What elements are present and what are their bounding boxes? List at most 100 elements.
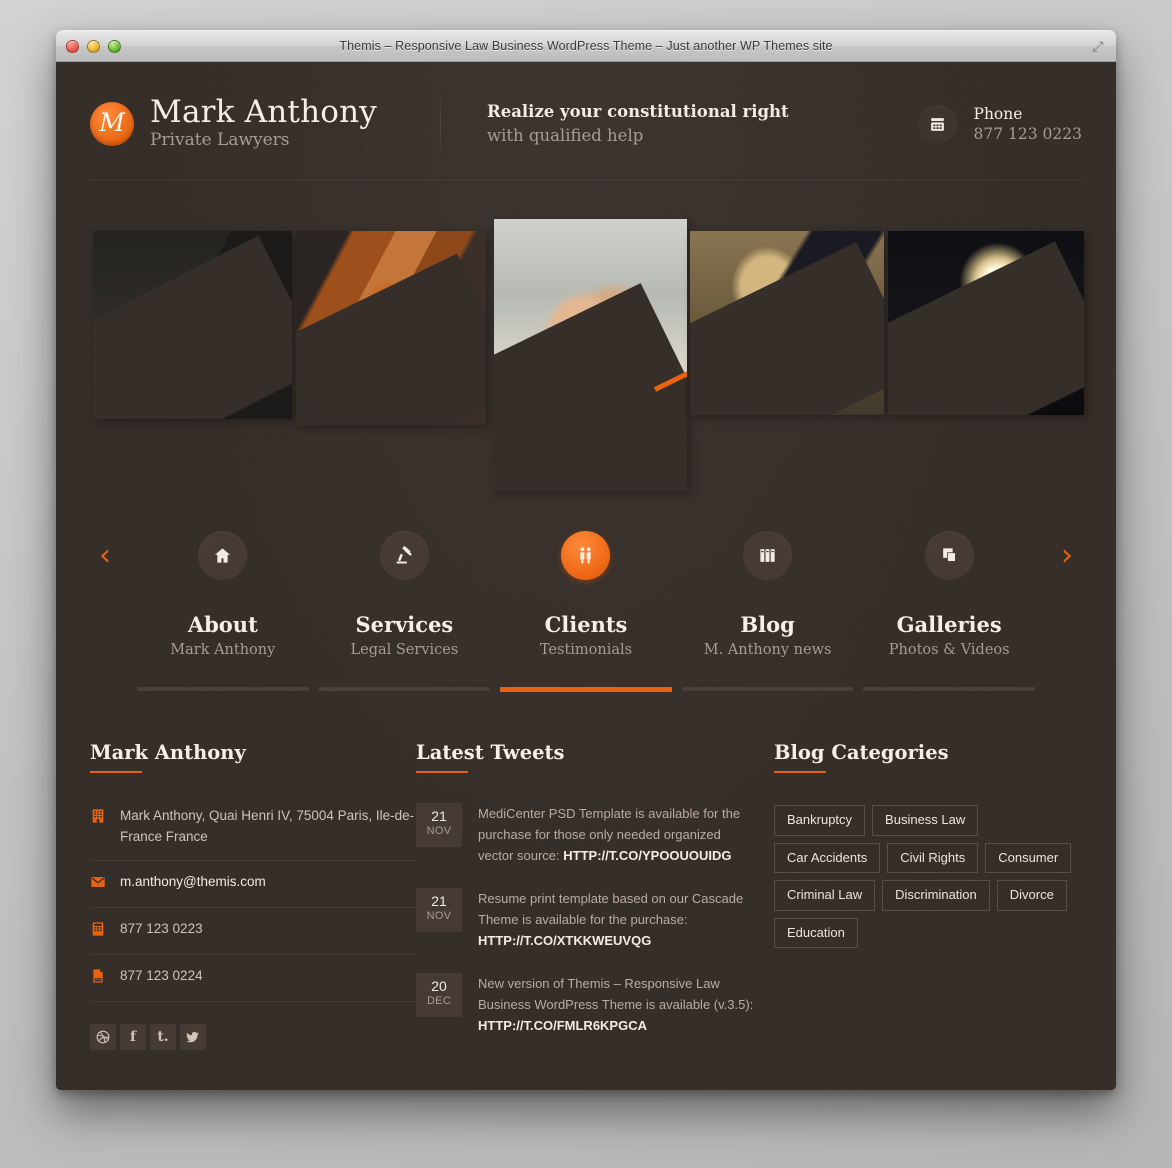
tweet-item: 21 NOV Resume print template based on ou… (416, 888, 756, 951)
tweet-month: DEC (426, 995, 452, 1008)
contact-list: Mark Anthony, Quai Henri IV, 75004 Paris… (90, 806, 416, 1002)
nav-item-title: Galleries (896, 612, 1002, 637)
tagline-line-2: with qualified help (487, 126, 644, 145)
building-icon (90, 808, 106, 829)
dribbble-icon[interactable] (90, 1023, 116, 1050)
tweet-link[interactable]: HTTP://T.CO/XTKKWEUVQG (478, 933, 651, 948)
close-button[interactable] (66, 39, 79, 53)
social-links: f t. (90, 1023, 416, 1050)
contact-phone: 877 123 0223 (120, 920, 203, 936)
widget-categories: Blog Categories Bankruptcy Business Law … (756, 741, 1082, 1058)
tweet-day: 21 (431, 808, 447, 824)
tumblr-glyph: t. (157, 1028, 169, 1045)
category-item[interactable]: Consumer (985, 842, 1072, 874)
nav-item-galleries[interactable]: Galleries Photos & Videos (858, 523, 1040, 658)
tweet-day: 21 (431, 893, 447, 910)
widget-tweets: Latest Tweets 21 NOV MediCenter PSD Temp… (416, 741, 756, 1058)
widget-title-contact: Mark Anthony (90, 741, 246, 777)
nav-item-subtitle: M. Anthony news (703, 642, 832, 659)
tweet-link[interactable]: HTTP://T.CO/FMLR6KPGCA (478, 1018, 647, 1033)
category-item[interactable]: Discrimination (882, 880, 990, 911)
carousel-next-arrow-icon[interactable]: › (1054, 541, 1080, 573)
facebook-icon[interactable]: f (120, 1023, 146, 1050)
resize-icon[interactable]: ⤢ (1090, 38, 1106, 54)
twitter-icon[interactable] (180, 1023, 206, 1050)
tweet-text: Resume print template based on our Casca… (478, 891, 744, 928)
category-item[interactable]: Civil Rights (887, 842, 979, 874)
tumblr-icon[interactable]: t. (150, 1023, 176, 1050)
zoom-button[interactable] (108, 39, 121, 53)
footer-widgets: Mark Anthony Mark Anthony, Quai Henri IV… (90, 741, 1082, 1090)
nav-items: About Mark Anthony Services Legal Servic… (132, 523, 1040, 658)
nav-item-subtitle: Mark Anthony (170, 642, 276, 659)
nav-item-title: Blog (740, 612, 795, 637)
contact-email[interactable]: m.anthony@themis.com (120, 872, 266, 893)
contact-row-address: Mark Anthony, Quai Henri IV, 75004 Paris… (90, 806, 416, 861)
brand-name: Mark Anthony (150, 94, 377, 131)
window-controls[interactable] (66, 39, 121, 53)
tweet-body: Resume print template based on our Casca… (478, 888, 756, 951)
fax-icon (90, 968, 106, 989)
phone-number: 877 123 0223 (973, 125, 1082, 143)
tweet-day: 20 (431, 978, 447, 995)
brand-logo[interactable]: M Mark Anthony Private Lawyers (90, 96, 430, 151)
nav-item-about[interactable]: About Mark Anthony (132, 523, 314, 658)
slide-item[interactable] (888, 231, 1084, 415)
category-item[interactable]: Education (774, 917, 858, 949)
widget-title-categories: Blog Categories (774, 741, 949, 777)
site-header: M Mark Anthony Private Lawyers Realize y… (90, 62, 1082, 180)
logo-letter: M (99, 108, 125, 138)
slide-item-active[interactable] (494, 219, 687, 491)
category-item[interactable]: Business Law (872, 805, 979, 836)
tweet-text: New version of Themis – Responsive Law B… (478, 976, 754, 1013)
home-icon (198, 531, 248, 580)
contact-address: Mark Anthony, Quai Henri IV, 75004 Paris… (120, 808, 415, 844)
slide-item[interactable] (93, 231, 292, 419)
progress-segment[interactable] (137, 687, 309, 692)
nav-item-subtitle: Legal Services (350, 642, 459, 659)
browser-window: Themis – Responsive Law Business WordPre… (56, 30, 1116, 1090)
widget-title-tweets: Latest Tweets (416, 741, 565, 777)
image-slider[interactable] (90, 205, 1084, 515)
nav-item-title: Services (355, 612, 454, 637)
slide-item[interactable] (690, 231, 884, 415)
page-body: M Mark Anthony Private Lawyers Realize y… (56, 62, 1116, 1090)
category-item[interactable]: Car Accidents (774, 842, 881, 874)
tweet-link[interactable]: HTTP://T.CO/YPOOUOUIDG (563, 848, 731, 863)
window-title: Themis – Responsive Law Business WordPre… (339, 39, 833, 53)
layers-icon (924, 531, 974, 580)
envelope-icon (90, 874, 106, 895)
window-titlebar[interactable]: Themis – Responsive Law Business WordPre… (56, 30, 1116, 62)
progress-segment[interactable] (863, 687, 1035, 692)
carousel-progress (132, 686, 1040, 692)
nav-item-clients[interactable]: Clients Testimonials (495, 523, 677, 658)
progress-segment-active[interactable] (500, 686, 672, 692)
category-list: Bankruptcy Business Law Car Accidents Ci… (774, 805, 1082, 949)
tagline-line-1: Realize your constitutional right (487, 102, 789, 122)
progress-segment[interactable] (681, 687, 854, 692)
phone-icon (90, 921, 106, 942)
nav-item-title: Clients (544, 612, 628, 637)
category-item[interactable]: Bankruptcy (774, 805, 866, 836)
gavel-icon (379, 531, 429, 580)
people-icon (561, 531, 611, 580)
nav-item-services[interactable]: Services Legal Services (314, 523, 496, 658)
slide-item[interactable] (296, 231, 486, 425)
carousel-prev-arrow-icon[interactable]: ‹ (92, 541, 118, 573)
minimize-button[interactable] (87, 39, 100, 53)
widget-contact: Mark Anthony Mark Anthony, Quai Henri IV… (90, 741, 416, 1058)
section-nav-carousel: ‹ › About Mark Anthony Services Legal Se… (90, 523, 1082, 703)
header-phone[interactable]: Phone 877 123 0223 (918, 104, 1082, 144)
brand-subtitle: Private Lawyers (150, 129, 290, 150)
phone-icon (918, 105, 957, 143)
tweet-item: 20 DEC New version of Themis – Responsiv… (416, 973, 756, 1036)
phone-label: Phone (973, 104, 1023, 123)
progress-segment[interactable] (318, 687, 491, 692)
nav-item-blog[interactable]: Blog M. Anthony news (677, 523, 859, 658)
tweet-body: MediCenter PSD Template is available for… (478, 803, 756, 866)
header-divider (440, 89, 441, 159)
category-item[interactable]: Divorce (996, 880, 1067, 911)
tweet-month: NOV (426, 825, 452, 838)
category-item[interactable]: Criminal Law (774, 880, 876, 911)
contact-row-email[interactable]: m.anthony@themis.com (90, 861, 416, 908)
